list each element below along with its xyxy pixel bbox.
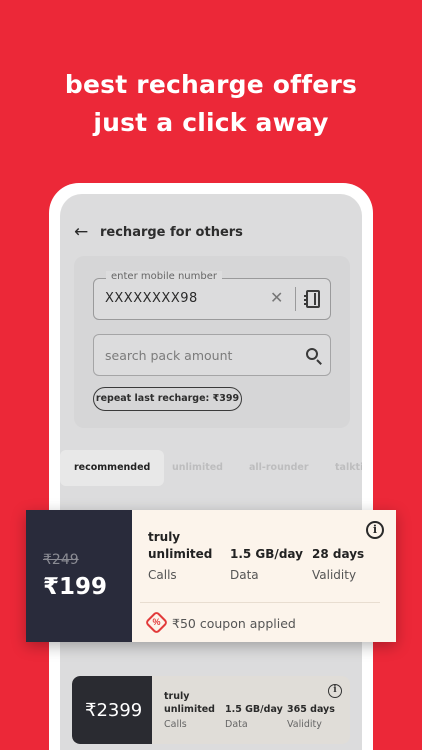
benefit-label: Calls: [148, 568, 177, 582]
mobile-number-field[interactable]: enter mobile number XXXXXXXX98 ✕: [93, 271, 331, 320]
benefit-value: 28 days: [312, 547, 365, 561]
mobile-field-label: enter mobile number: [106, 271, 222, 282]
promo-headline: best recharge offers just a click away: [0, 66, 422, 142]
headline-line-2: just a click away: [93, 108, 329, 137]
top-bar: ← recharge for others: [74, 222, 243, 242]
close-icon[interactable]: ✕: [270, 288, 283, 307]
tab-all-rounder[interactable]: all-rounder: [249, 450, 309, 486]
benefit-value: 1.5 GB/day: [230, 547, 303, 561]
pack-benefit-value: 1.5 GB/day: [225, 704, 283, 715]
mobile-number-value[interactable]: XXXXXXXX98: [105, 291, 198, 306]
field-divider: [295, 287, 296, 311]
headline-line-1: best recharge offers: [64, 70, 358, 99]
plan-tabs: recommended unlimited all-rounder talkti: [60, 450, 362, 486]
benefit-validity: 28 days Validity: [312, 546, 364, 582]
offer-divider: [140, 602, 380, 603]
benefit-data: 1.5 GB/day Data: [230, 546, 303, 582]
page-title: recharge for others: [100, 224, 243, 240]
arrow-left-icon[interactable]: ←: [74, 222, 100, 242]
coupon-percent-icon: %: [144, 610, 169, 635]
benefit-calls: truly unlimited Calls: [148, 529, 228, 582]
pack-benefit-label: Calls: [164, 719, 187, 730]
offer-price-box: ₹249 ₹199: [26, 510, 132, 642]
featured-offer-card[interactable]: ₹249 ₹199 truly unlimited Calls 1.5 GB/d…: [26, 510, 396, 642]
pack-benefit-validity: 365 days Validity: [287, 703, 335, 730]
tab-talktime[interactable]: talkti: [335, 450, 362, 486]
pack-benefit-data: 1.5 GB/day Data: [225, 703, 283, 730]
old-price: ₹249: [43, 552, 79, 568]
pack-benefit-value: 365 days: [287, 704, 335, 715]
info-icon[interactable]: i: [366, 521, 384, 539]
repeat-last-recharge-chip[interactable]: repeat last recharge: ₹399: [93, 387, 242, 411]
pack-card[interactable]: ₹2399 truly unlimited Calls 1.5 GB/day D…: [72, 676, 350, 744]
benefit-value: truly unlimited: [148, 530, 213, 561]
contacts-book-icon[interactable]: [304, 290, 320, 308]
pack-benefit-label: Data: [225, 719, 248, 730]
benefit-label: Data: [230, 568, 259, 582]
tab-recommended[interactable]: recommended: [60, 450, 165, 486]
offer-price: ₹199: [43, 574, 108, 600]
search-placeholder: search pack amount: [105, 348, 233, 363]
pack-benefit-calls: truly unlimited Calls: [164, 690, 216, 730]
tab-unlimited[interactable]: unlimited: [172, 450, 223, 486]
pack-benefit-label: Validity: [287, 719, 322, 730]
search-icon[interactable]: [306, 348, 318, 360]
coupon-applied-text: ₹50 coupon applied: [172, 616, 296, 631]
pack-benefit-value: truly unlimited: [164, 691, 215, 715]
pack-price: ₹2399: [85, 700, 143, 721]
info-icon[interactable]: i: [328, 684, 342, 698]
pack-price-box: ₹2399: [72, 676, 152, 744]
search-pack-input[interactable]: search pack amount: [93, 334, 331, 376]
benefit-label: Validity: [312, 568, 357, 582]
